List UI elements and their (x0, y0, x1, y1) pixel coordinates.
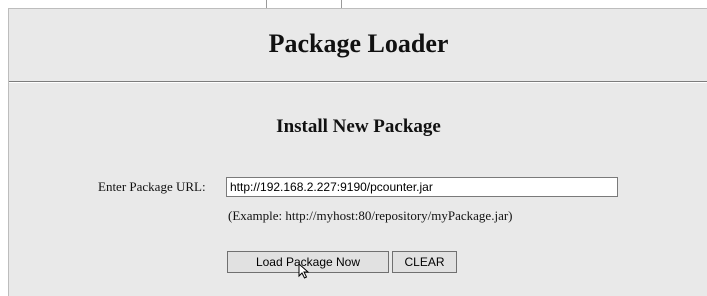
package-url-input[interactable] (226, 177, 618, 197)
package-url-label: Enter Package URL: (98, 179, 206, 194)
mouse-pointer-icon (298, 263, 310, 279)
browser-viewport: Package Loader Install New Package Enter… (0, 0, 707, 296)
page-title: Package Loader (268, 29, 449, 58)
frame-border-tick (341, 0, 342, 8)
clear-button[interactable]: CLEAR (392, 251, 457, 273)
frame-border-tick (266, 0, 267, 8)
example-url-hint: (Example: http://myhost:80/repository/my… (228, 208, 513, 223)
section-title: Install New Package (276, 116, 441, 137)
horizontal-divider (9, 81, 707, 83)
